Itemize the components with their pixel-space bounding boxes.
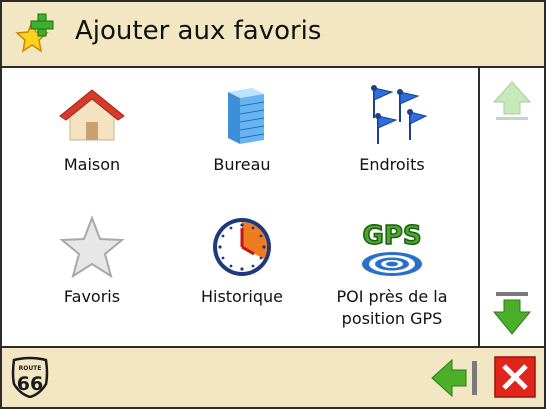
- route-text: ROUTE: [19, 365, 42, 372]
- close-button[interactable]: [494, 356, 536, 398]
- arrow-up-icon: [492, 81, 532, 120]
- star-icon: [59, 215, 125, 279]
- route66-logo: ROUTE 66: [10, 356, 50, 399]
- footer: ROUTE 66: [2, 346, 544, 407]
- scroll-up-button[interactable]: [492, 80, 532, 122]
- tile-label: Maison: [63, 155, 121, 174]
- scroll-down-button[interactable]: [492, 290, 532, 336]
- star-plus-icon: [12, 12, 58, 58]
- close-icon: [494, 356, 536, 398]
- tile-endroits[interactable]: Endroits: [317, 82, 467, 176]
- tile-bureau[interactable]: Bureau: [167, 82, 317, 176]
- tile-favoris[interactable]: Favoris: [17, 214, 167, 308]
- tile-label: POI près de la position GPS: [336, 287, 448, 328]
- gps-icon: GPS: [362, 220, 422, 276]
- back-arrow-icon: [431, 358, 477, 398]
- arrow-down-icon: [492, 292, 532, 335]
- app-window: Ajouter aux favoris Maison Bureau Endroi…: [0, 0, 546, 409]
- route-number: 66: [17, 373, 43, 395]
- header: Ajouter aux favoris: [2, 2, 544, 68]
- office-building-icon: [228, 88, 265, 144]
- page-title: Ajouter aux favoris: [75, 16, 322, 46]
- tile-label: Endroits: [359, 155, 425, 174]
- scroll-column: [480, 68, 544, 346]
- clock-icon: [213, 218, 271, 276]
- flags-icon: [371, 85, 428, 144]
- favorites-grid: Maison Bureau Endroits Favoris Historiqu…: [2, 68, 480, 346]
- tile-label: Historique: [200, 287, 284, 306]
- tile-poi-gps[interactable]: GPS POI près de la position GPS: [317, 214, 467, 330]
- svg-text:GPS: GPS: [362, 221, 421, 251]
- tile-historique[interactable]: Historique: [167, 214, 317, 308]
- tile-maison[interactable]: Maison: [17, 82, 167, 176]
- tile-label: Favoris: [63, 287, 121, 306]
- back-button[interactable]: [430, 358, 482, 398]
- tile-label: Bureau: [213, 155, 271, 174]
- house-icon: [59, 89, 125, 141]
